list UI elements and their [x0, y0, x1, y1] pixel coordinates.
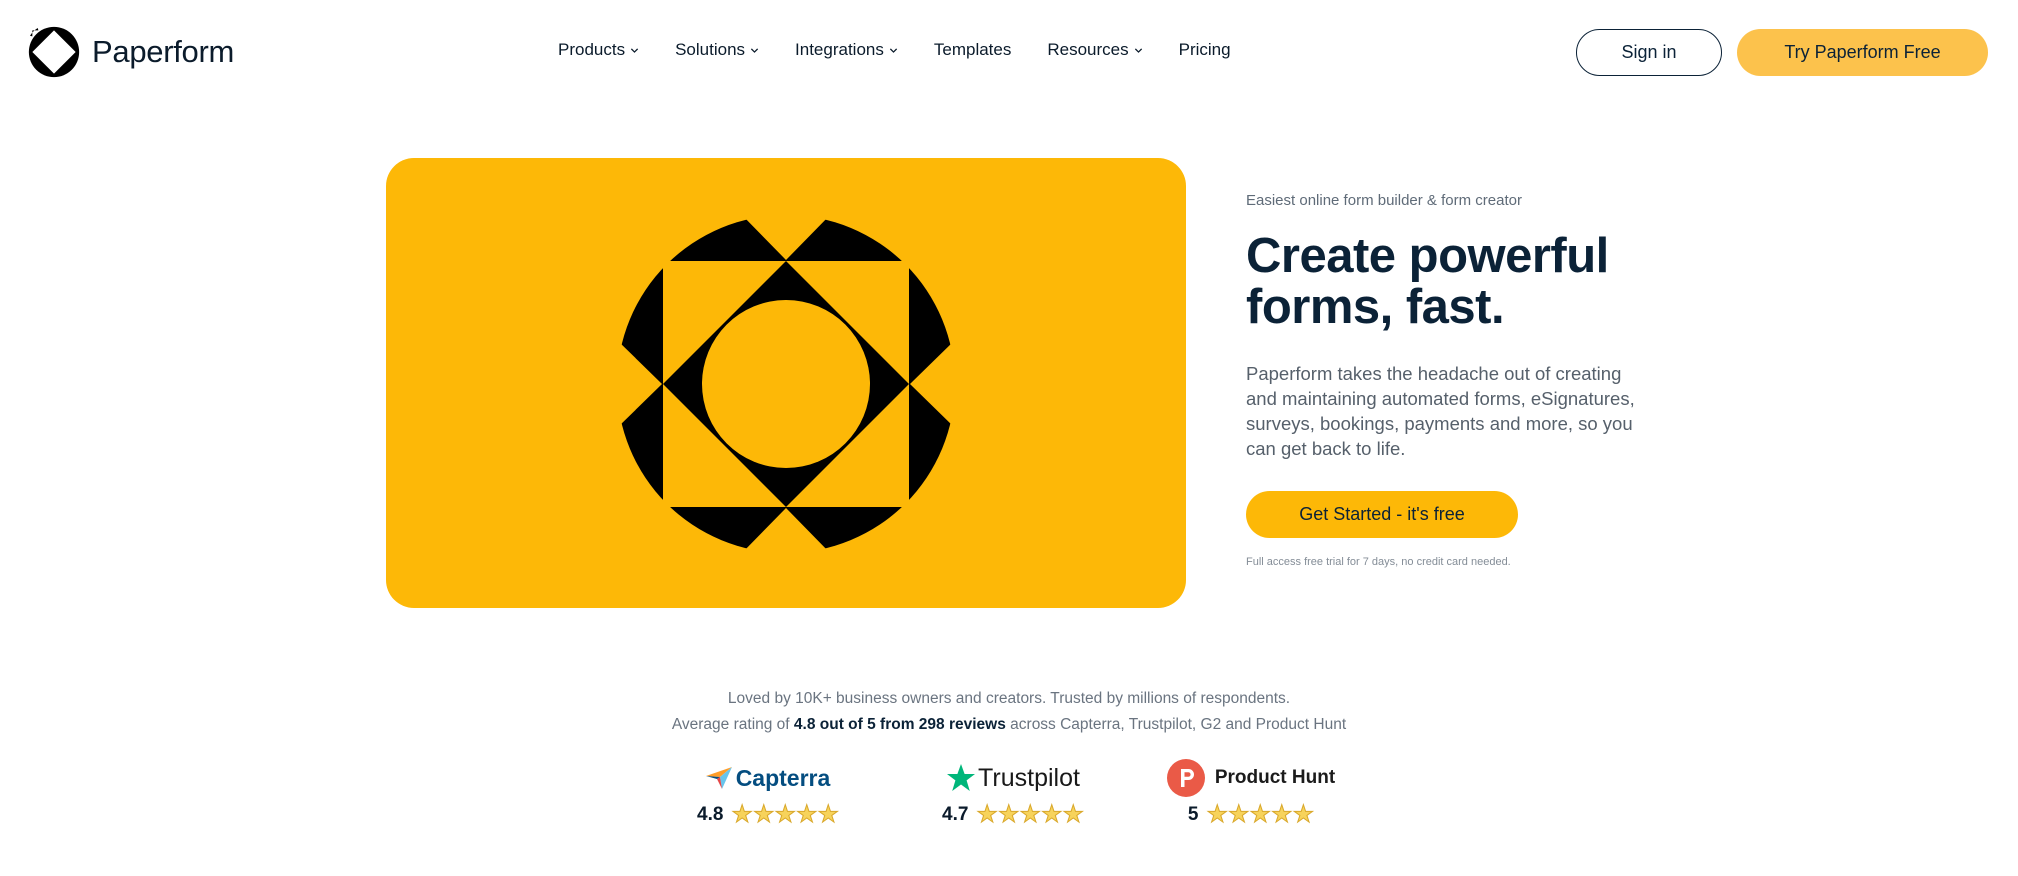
ratings-row: Capterra 4.8 ★ ★ ★ ★ ★ Trustpilot 4.7 ★ …: [0, 758, 2018, 858]
rating-capterra[interactable]: Capterra 4.8 ★ ★ ★ ★ ★: [690, 758, 846, 829]
headline-line: forms, fast.: [1246, 280, 1505, 334]
nav-resources[interactable]: Resources: [1047, 40, 1142, 60]
rating-prefix: Average rating of: [671, 716, 790, 733]
trustpilot-brand: Trustpilot: [946, 758, 1080, 798]
star-icon: ★: [1206, 801, 1229, 828]
star-icon: ★: [1062, 801, 1084, 828]
rating-summary: 4.8 out of 5 from 298 reviews: [793, 716, 1006, 733]
rating-score: 4.7: [942, 804, 969, 825]
star-icon: ★: [774, 801, 796, 828]
logo[interactable]: Paperform: [28, 26, 234, 78]
social-proof-text: Loved by 10K+ business owners and creato…: [0, 686, 2018, 738]
nav-integrations[interactable]: Integrations: [795, 40, 898, 60]
logo-wordmark: Paperform: [92, 34, 235, 69]
hero-illustration-card: [386, 158, 1186, 608]
trustpilot-star-icon: [947, 764, 976, 791]
nav-label: Templates: [933, 40, 1012, 59]
star-icon: ★: [731, 801, 753, 828]
star-rating: ★ ★ ★ ★ ★: [1206, 801, 1315, 828]
rating-score: 5: [1187, 804, 1199, 825]
brand-name: Trustpilot: [978, 763, 1080, 792]
nav-label: Solutions: [675, 40, 746, 59]
paperform-logo-icon: [28, 26, 80, 78]
hero-text: Easiest online form builder & form creat…: [1246, 192, 1686, 568]
star-icon: ★: [1292, 801, 1315, 828]
rating-suffix: across Capterra, Trustpilot, G2 and Prod…: [1010, 716, 1347, 733]
nav-products[interactable]: Products: [558, 40, 639, 60]
social-proof-line: Average rating of 4.8 out of 5 from 298 …: [0, 712, 2018, 738]
star-icon: ★: [795, 801, 818, 828]
nav-solutions[interactable]: Solutions: [675, 40, 759, 60]
star-icon: ★: [1040, 801, 1063, 828]
nav-label: Resources: [1047, 40, 1129, 59]
nav-templates[interactable]: Templates: [934, 40, 1011, 60]
chevron-down-icon: [750, 47, 759, 53]
try-free-button[interactable]: Try Paperform Free: [1737, 29, 1988, 76]
brand-name: Product Hunt: [1214, 767, 1336, 788]
score-row: 5 ★ ★ ★ ★ ★: [1187, 801, 1315, 828]
social-proof-line: Loved by 10K+ business owners and creato…: [727, 690, 1291, 707]
score-row: 4.8 ★ ★ ★ ★ ★: [697, 801, 840, 828]
main-nav: Products Solutions Integrations Template…: [558, 40, 1231, 60]
star-rating: ★ ★ ★ ★ ★: [731, 801, 840, 828]
rating-score: 4.8: [697, 804, 724, 825]
star-icon: ★: [817, 801, 839, 828]
nav-label: Pricing: [1178, 40, 1231, 59]
headline-line: Create powerful: [1246, 229, 1609, 283]
hero-description: Paperform takes the headache out of crea…: [1246, 363, 1635, 459]
star-icon: ★: [997, 801, 1020, 828]
hero-eyebrow: Easiest online form builder & form creat…: [1246, 192, 1522, 209]
brand-name: Capterra: [735, 764, 831, 791]
sign-in-button[interactable]: Sign in: [1576, 29, 1722, 76]
chevron-down-icon: [889, 47, 897, 53]
capterra-brand: Capterra: [705, 758, 831, 798]
paperform-emblem-icon: [617, 215, 955, 553]
rating-product-hunt[interactable]: Product Hunt 5 ★ ★ ★ ★ ★: [1166, 758, 1336, 828]
trial-fineprint: Full access free trial for 7 days, no cr…: [1246, 556, 1511, 568]
get-started-button[interactable]: Get Started - it's free: [1246, 491, 1518, 538]
product-hunt-brand: Product Hunt: [1166, 758, 1336, 798]
nav-label: Products: [558, 40, 626, 59]
chevron-down-icon: [1134, 47, 1142, 53]
score-row: 4.7 ★ ★ ★ ★ ★: [942, 801, 1085, 828]
nav-pricing[interactable]: Pricing: [1179, 40, 1231, 60]
site-header: Paperform Products Solutions Integration…: [0, 0, 2018, 106]
star-rating: ★ ★ ★ ★ ★: [976, 801, 1085, 828]
star-icon: ★: [1249, 801, 1272, 828]
chevron-down-icon: [630, 47, 639, 53]
star-icon: ★: [1271, 801, 1293, 828]
nav-label: Integrations: [795, 40, 884, 59]
star-icon: ★: [752, 801, 775, 828]
star-icon: ★: [976, 801, 998, 828]
hero-headline: Create powerful forms, fast.: [1246, 231, 1686, 333]
rating-trustpilot[interactable]: Trustpilot 4.7 ★ ★ ★ ★ ★: [936, 758, 1090, 829]
star-icon: ★: [1019, 801, 1041, 828]
product-hunt-p-icon: [1166, 759, 1205, 797]
capterra-arrow-icon: [705, 767, 732, 789]
star-icon: ★: [1228, 801, 1250, 828]
